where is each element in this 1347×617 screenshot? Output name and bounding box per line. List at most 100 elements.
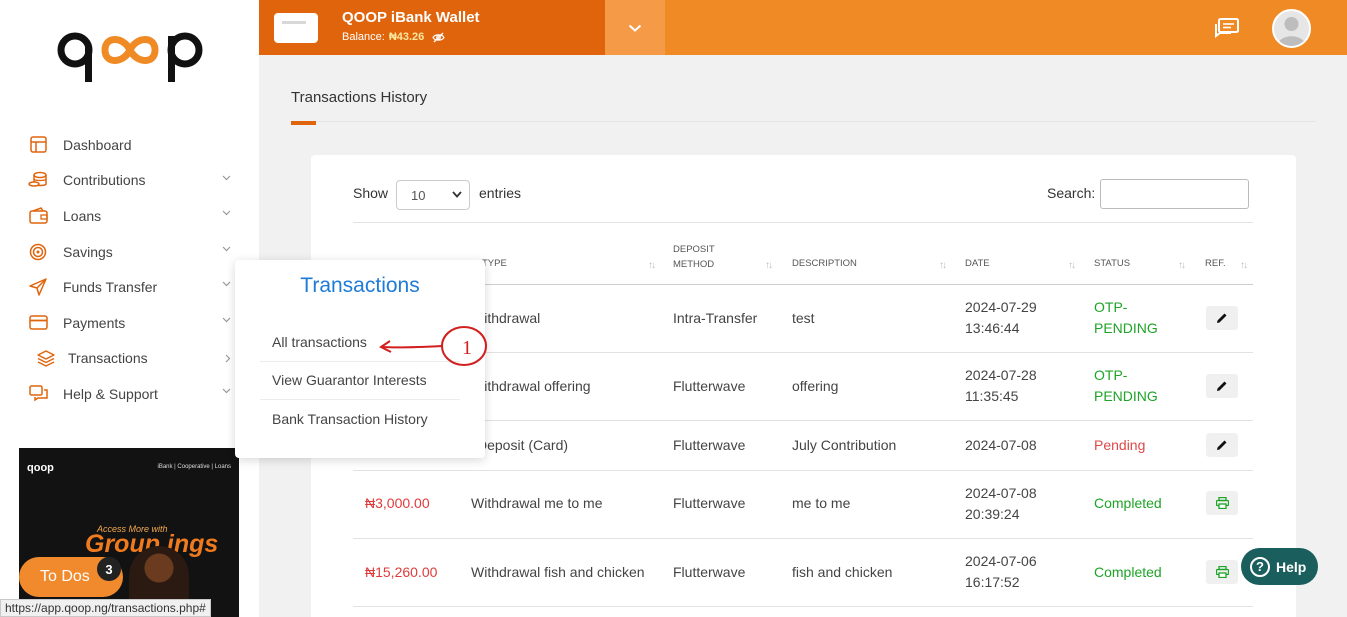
- sidebar: Dashboard Contributions Loans Savings Fu…: [0, 0, 259, 617]
- pencil-icon: [1217, 381, 1227, 391]
- row-divider: [353, 606, 1253, 607]
- sidebar-item-transactions[interactable]: Transactions: [0, 341, 259, 377]
- cell-method: Flutterwave: [673, 378, 746, 394]
- sidebar-item-dashboard[interactable]: Dashboard: [0, 127, 259, 163]
- chevron-down-icon: [222, 246, 231, 252]
- cell-description: me to me: [792, 495, 851, 511]
- wallet-panel[interactable]: QOOP iBank Wallet Balance: ₦43.26: [259, 0, 605, 55]
- todos-label: To Dos: [40, 568, 90, 585]
- todos-button[interactable]: To Dos 3: [19, 557, 123, 597]
- edit-button[interactable]: [1206, 374, 1238, 398]
- help-label: Help: [1276, 558, 1307, 575]
- row-divider: [353, 538, 1253, 539]
- search-label: Search:: [1047, 185, 1096, 201]
- th-type[interactable]: TYPE: [482, 256, 507, 271]
- sidebar-item-savings[interactable]: Savings: [0, 234, 259, 270]
- qoop-logo[interactable]: [55, 22, 205, 86]
- promo-logo: qoop: [27, 462, 54, 474]
- chevron-down-icon: [628, 24, 642, 32]
- wallet-icon: [28, 206, 48, 226]
- cell-date: 2024-07-29: [965, 299, 1037, 315]
- chevron-down-icon: [222, 281, 231, 287]
- avatar[interactable]: [1272, 9, 1311, 48]
- annotation-arrow: 1: [379, 326, 487, 366]
- sidebar-item-label: Savings: [63, 243, 113, 260]
- cell-time: 11:35:45: [965, 388, 1019, 404]
- cell-time: 16:17:52: [965, 574, 1020, 590]
- sort-icon[interactable]: ↑↓: [939, 260, 947, 271]
- chevron-right-icon: [225, 354, 231, 362]
- cell-method: Intra-Transfer: [673, 310, 758, 326]
- wallet-dropdown-button[interactable]: [605, 0, 665, 55]
- balance-label: Balance:: [342, 31, 385, 43]
- page-title: Transactions History: [291, 89, 428, 106]
- cell-description: fish and chicken: [792, 564, 893, 580]
- cell-type: Withdrawal offering: [471, 378, 591, 394]
- sidebar-item-label: Contributions: [63, 172, 146, 189]
- cell-type: Withdrawal me to me: [471, 495, 603, 511]
- cell-type: Withdrawal fish and chicken: [471, 564, 645, 580]
- menu-item-bank-transaction-history[interactable]: Bank Transaction History: [272, 411, 428, 427]
- status-badge: PENDING: [1094, 320, 1158, 336]
- sidebar-item-payments[interactable]: Payments: [0, 305, 259, 341]
- sidebar-item-help-support[interactable]: Help & Support: [0, 376, 259, 412]
- cell-date: 2024-07-08: [965, 437, 1037, 453]
- th-method-1[interactable]: DEPOSIT: [673, 242, 715, 257]
- sidebar-item-funds-transfer[interactable]: Funds Transfer: [0, 269, 259, 305]
- send-icon: [28, 277, 48, 297]
- th-ref[interactable]: REF.: [1205, 256, 1226, 271]
- todos-count-badge: 3: [97, 557, 121, 581]
- chevron-down-icon: [222, 175, 231, 180]
- divider: [353, 222, 1253, 223]
- sort-icon[interactable]: ↑↓: [648, 260, 656, 271]
- print-button[interactable]: [1206, 491, 1238, 515]
- cell-type: Deposit (Card): [477, 437, 569, 453]
- row-divider: [353, 420, 1253, 421]
- row-divider: [353, 470, 1253, 471]
- cell-date: 2024-07-28: [965, 367, 1037, 383]
- cell-date: 2024-07-08: [965, 485, 1037, 501]
- sort-icon[interactable]: ↑↓: [1240, 260, 1248, 271]
- balance-value: ₦43.26: [388, 31, 425, 43]
- th-date[interactable]: DATE: [965, 256, 990, 271]
- sort-icon[interactable]: ↑↓: [1068, 260, 1076, 271]
- sidebar-item-label: Dashboard: [63, 136, 132, 153]
- entries-label: entries: [479, 185, 522, 201]
- popup-title: Transactions: [300, 274, 420, 297]
- th-method-2[interactable]: METHOD: [673, 257, 714, 272]
- coins-icon: [28, 170, 48, 190]
- chevron-down-icon: [452, 191, 462, 198]
- menu-item-guarantor-interests[interactable]: View Guarantor Interests: [272, 372, 427, 388]
- sort-icon[interactable]: ↑↓: [765, 260, 773, 271]
- eye-off-icon[interactable]: [432, 32, 445, 43]
- edit-button[interactable]: [1206, 306, 1238, 330]
- target-icon: [28, 242, 48, 262]
- pencil-icon: [1217, 313, 1227, 323]
- help-button[interactable]: ? Help: [1241, 548, 1318, 585]
- wallet-balance: Balance: ₦43.26: [342, 31, 445, 43]
- sort-icon[interactable]: ↑↓: [1178, 260, 1186, 271]
- sidebar-item-loans[interactable]: Loans: [0, 198, 259, 234]
- header-divider: [353, 284, 1253, 285]
- sidebar-item-contributions[interactable]: Contributions: [0, 163, 259, 199]
- cell-description: test: [792, 310, 815, 326]
- cell-amount: ₦15,260.00: [365, 564, 438, 580]
- chat-icon[interactable]: [1214, 17, 1240, 41]
- th-description[interactable]: DESCRIPTION: [792, 256, 857, 271]
- search-input[interactable]: [1100, 179, 1249, 209]
- layers-icon: [36, 348, 56, 368]
- promo-tagline: iBank | Cooperative | Loans: [157, 464, 232, 470]
- status-badge: PENDING: [1094, 388, 1158, 404]
- title-divider: [291, 121, 1316, 122]
- user-icon: [1277, 17, 1306, 46]
- card-icon: [274, 13, 318, 43]
- edit-button[interactable]: [1206, 433, 1238, 457]
- cell-time: 13:46:44: [965, 320, 1020, 336]
- page-size-select[interactable]: 10: [396, 180, 470, 210]
- print-button[interactable]: [1206, 560, 1238, 584]
- th-status[interactable]: STATUS: [1094, 256, 1130, 271]
- sidebar-item-label: Loans: [63, 207, 102, 224]
- annotation-number: 1: [462, 337, 472, 359]
- status-badge: OTP-: [1094, 367, 1128, 383]
- menu-item-all-transactions[interactable]: All transactions: [272, 334, 367, 350]
